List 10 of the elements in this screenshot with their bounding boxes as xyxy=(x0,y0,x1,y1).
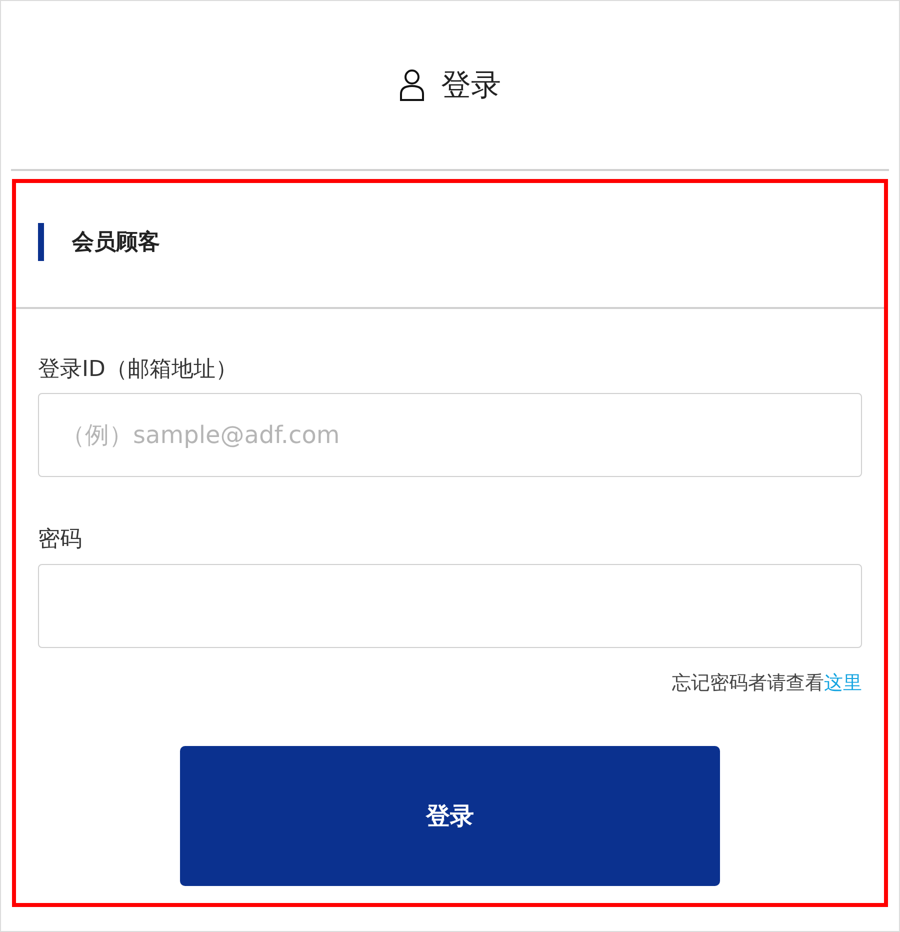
input-field[interactable] xyxy=(38,564,862,648)
login-button[interactable]: 登录 xyxy=(180,746,720,886)
section-title: 会员顾客 xyxy=(72,228,160,257)
forgot-password-note: 忘记密码者请查看这里 xyxy=(672,670,862,696)
field-label: 密码 xyxy=(38,527,83,554)
field-label: 登录ID（邮箱地址） xyxy=(38,357,238,384)
user-icon xyxy=(399,69,425,101)
accent-bar xyxy=(38,223,44,261)
input-field[interactable]: （例）sample@adf.com xyxy=(38,393,862,478)
page-title: 登录 xyxy=(441,66,501,104)
